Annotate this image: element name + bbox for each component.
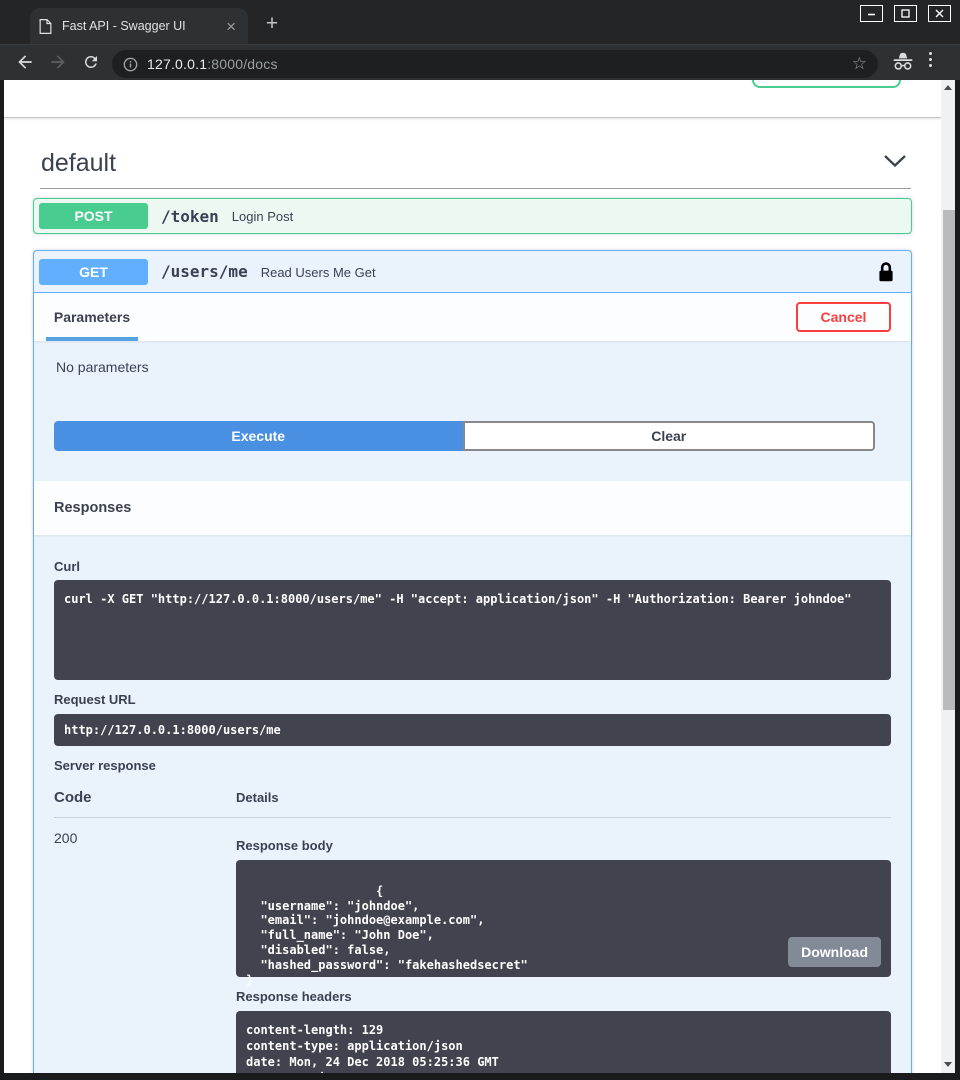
post-path: /token <box>161 207 219 226</box>
back-icon <box>15 52 35 72</box>
parameters-section-header: Parameters Cancel <box>34 293 911 341</box>
status-code: 200 <box>54 830 236 1073</box>
scrollbar-thumb[interactable] <box>943 210 955 710</box>
close-icon <box>935 9 944 18</box>
page-favicon-icon <box>39 19 52 34</box>
responses-title: Responses <box>54 500 131 516</box>
maximize-button[interactable] <box>894 5 917 22</box>
details-column-header: Details <box>236 790 279 805</box>
curl-command-block: curl -X GET "http://127.0.0.1:8000/users… <box>54 580 891 680</box>
authorize-button-partial[interactable] <box>752 80 901 88</box>
new-tab-button[interactable]: + <box>260 12 284 36</box>
responses-section-header: Responses <box>34 481 911 535</box>
minimize-button[interactable] <box>860 5 883 22</box>
address-bar[interactable]: 127.0.0.1:8000/docs ☆ <box>112 50 878 78</box>
reload-icon <box>82 53 100 71</box>
reload-button[interactable] <box>80 51 102 73</box>
endpoint-get-users-me: GET /users/me Read Users Me Get Paramete… <box>33 250 912 1073</box>
parameters-body: No parameters Execute Clear <box>34 341 911 481</box>
request-url-label: Request URL <box>54 692 891 707</box>
response-body-label: Response body <box>236 838 891 853</box>
incognito-icon <box>892 52 914 76</box>
browser-menu-button[interactable] <box>929 52 932 67</box>
browser-titlebar: Fast API - Swagger UI × + <box>0 0 960 44</box>
window-controls <box>860 5 951 22</box>
forward-button[interactable] <box>47 51 69 73</box>
curl-label: Curl <box>54 559 891 574</box>
endpoint-post-token[interactable]: POST /token Login Post <box>33 198 912 234</box>
auth-lock-button[interactable] <box>878 261 894 282</box>
tab-parameters[interactable]: Parameters <box>46 293 138 341</box>
response-body-json: { "username": "johndoe", "email": "johnd… <box>246 884 528 987</box>
page-viewport: default POST /token Login Post GET /user… <box>4 80 955 1073</box>
server-response-table: Code Details 200 Response body { "userna… <box>54 789 891 1073</box>
scrollbar-up-arrow[interactable] <box>941 80 955 94</box>
back-button[interactable] <box>14 51 36 73</box>
code-column-header: Code <box>54 789 236 806</box>
scrollbar-down-arrow[interactable] <box>941 1057 955 1071</box>
forward-icon <box>48 52 68 72</box>
tag-title: default <box>41 149 116 178</box>
site-info-icon[interactable] <box>123 57 138 72</box>
response-headers-block: content-length: 129 content-type: applic… <box>236 1011 891 1073</box>
get-summary: Read Users Me Get <box>261 264 376 280</box>
tab-title: Fast API - Swagger UI <box>62 19 223 33</box>
download-button[interactable]: Download <box>788 937 881 967</box>
get-method-badge: GET <box>39 259 148 285</box>
execute-button[interactable]: Execute <box>54 421 463 451</box>
request-url-block: http://127.0.0.1:8000/users/me <box>54 714 891 746</box>
tag-section-header[interactable]: default <box>40 149 911 189</box>
get-path: /users/me <box>161 262 248 281</box>
response-row-200: 200 Response body { "username": "johndoe… <box>54 818 891 1073</box>
no-parameters-text: No parameters <box>56 359 889 375</box>
clear-button[interactable]: Clear <box>463 421 876 451</box>
post-summary: Login Post <box>232 208 293 224</box>
scheme-container <box>4 80 941 118</box>
cancel-button[interactable]: Cancel <box>796 302 891 332</box>
chevron-down-icon[interactable] <box>881 150 909 177</box>
post-method-badge: POST <box>39 203 148 229</box>
responses-content: Curl curl -X GET "http://127.0.0.1:8000/… <box>34 535 911 1073</box>
active-tab-underline <box>46 337 138 341</box>
minimize-icon <box>867 9 876 18</box>
server-response-label: Server response <box>54 758 891 773</box>
page-scrollbar[interactable] <box>941 80 955 1073</box>
close-window-button[interactable] <box>928 5 951 22</box>
response-body-block: { "username": "johndoe", "email": "johnd… <box>236 860 891 977</box>
lock-icon <box>878 261 894 282</box>
tab-close-icon[interactable]: × <box>223 18 239 35</box>
bookmark-star-icon[interactable]: ☆ <box>852 54 867 74</box>
get-endpoint-header[interactable]: GET /users/me Read Users Me Get <box>34 251 911 293</box>
url-text: 127.0.0.1:8000/docs <box>147 56 278 72</box>
browser-tab[interactable]: Fast API - Swagger UI × <box>30 8 248 44</box>
maximize-icon <box>901 9 910 18</box>
